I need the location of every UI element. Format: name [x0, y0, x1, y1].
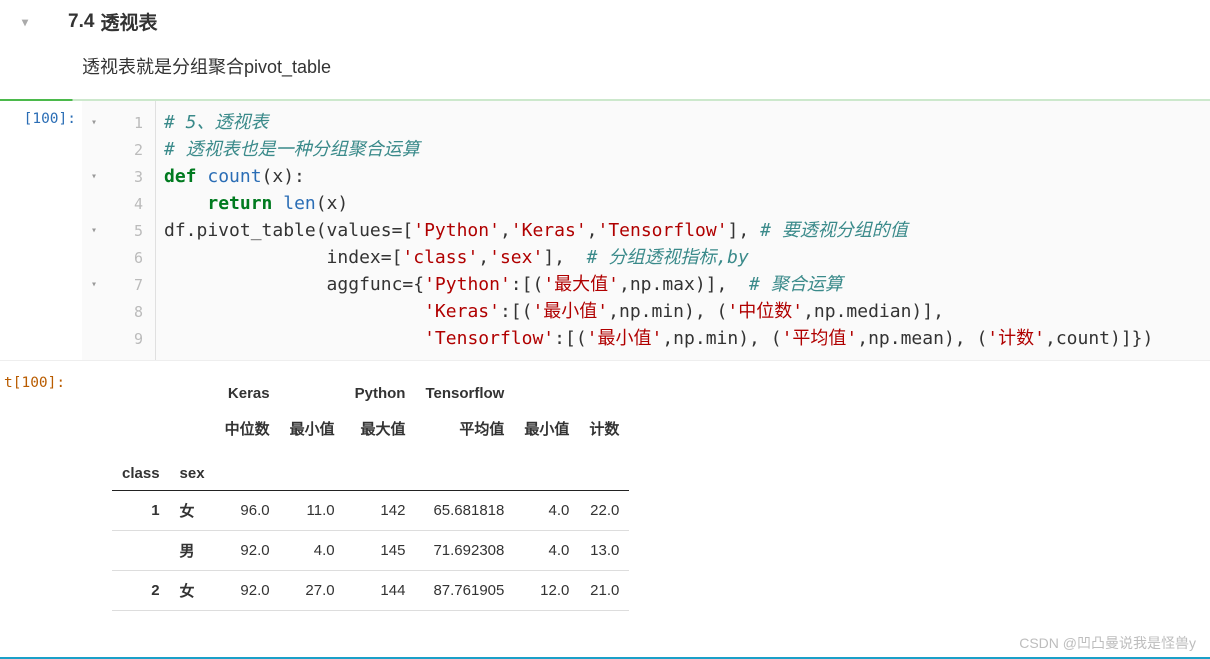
- row-class: 2: [112, 571, 170, 611]
- line-number: 2: [106, 141, 155, 159]
- table-header-sub: 计数: [579, 412, 629, 453]
- table-header-top: [280, 375, 345, 412]
- cell-value: 71.692308: [415, 531, 514, 571]
- table-row: 1女96.011.014265.6818184.022.0: [112, 491, 629, 531]
- cell-value: 13.0: [579, 531, 629, 571]
- code-line[interactable]: return len(x): [164, 190, 1206, 217]
- gutter-row: 9: [82, 325, 155, 352]
- index-name: sex: [170, 453, 215, 491]
- table-header-top: Python: [345, 375, 416, 412]
- cell-value: 142: [345, 491, 416, 531]
- cell-value: 92.0: [215, 571, 280, 611]
- fold-icon[interactable]: ▾: [82, 117, 106, 128]
- gutter-row: 4: [82, 190, 155, 217]
- cell-value: 22.0: [579, 491, 629, 531]
- cell-value: 12.0: [514, 571, 579, 611]
- cell-value: 96.0: [215, 491, 280, 531]
- cell-value: 87.761905: [415, 571, 514, 611]
- collapse-icon[interactable]: ▾: [22, 15, 28, 29]
- cell-value: 65.681818: [415, 491, 514, 531]
- cell-value: 4.0: [280, 531, 345, 571]
- cell-value: 145: [345, 531, 416, 571]
- table-header-top: Tensorflow: [415, 375, 514, 412]
- cell-value: 27.0: [280, 571, 345, 611]
- table-header-sub: 最大值: [345, 412, 416, 453]
- table-row: 2女92.027.014487.76190512.021.0: [112, 571, 629, 611]
- gutter-row: ▾7: [82, 271, 155, 298]
- code-line[interactable]: # 5、透视表: [164, 109, 1206, 136]
- line-number: 7: [106, 276, 155, 294]
- gutter-row: ▾1: [82, 109, 155, 136]
- gutter-row: 2: [82, 136, 155, 163]
- line-number: 4: [106, 195, 155, 213]
- code-line[interactable]: aggfunc={'Python':[('最大值',np.max)], # 聚合…: [164, 271, 1206, 298]
- table-header-sub: 最小值: [280, 412, 345, 453]
- gutter-row: 8: [82, 298, 155, 325]
- row-class: 1: [112, 491, 170, 531]
- code-line[interactable]: 'Keras':[('最小值',np.min), ('中位数',np.media…: [164, 298, 1206, 325]
- pivot-table: KerasPythonTensorflow中位数最小值最大值平均值最小值计数cl…: [112, 375, 629, 611]
- output-area: t[100]: KerasPythonTensorflow中位数最小值最大值平均…: [0, 361, 1210, 611]
- cell-value: 4.0: [514, 531, 579, 571]
- code-line[interactable]: index=['class','sex'], # 分组透视指标,by: [164, 244, 1206, 271]
- table-header-top: [112, 375, 170, 412]
- cell-value: 92.0: [215, 531, 280, 571]
- table-header-sub: 中位数: [215, 412, 280, 453]
- code-gutter: ▾12▾34▾56▾789: [82, 101, 156, 360]
- cell-value: 4.0: [514, 491, 579, 531]
- input-prompt: [100]:: [0, 101, 82, 360]
- code-editor[interactable]: # 5、透视表# 透视表也是一种分组聚合运算def count(x): retu…: [156, 101, 1210, 360]
- markdown-text: 透视表就是分组聚合pivot_table: [82, 57, 331, 77]
- code-line[interactable]: # 透视表也是一种分组聚合运算: [164, 136, 1206, 163]
- index-name: class: [112, 453, 170, 491]
- line-number: 6: [106, 249, 155, 267]
- table-header-top: [514, 375, 579, 412]
- fold-icon[interactable]: ▾: [82, 171, 106, 182]
- line-number: 9: [106, 330, 155, 348]
- fold-icon[interactable]: ▾: [82, 279, 106, 290]
- section-number: 7.4: [68, 11, 94, 33]
- table-header-sub: [170, 412, 215, 453]
- section-title: 透视表: [100, 8, 157, 35]
- fold-icon[interactable]: ▾: [82, 225, 106, 236]
- line-number: 3: [106, 168, 155, 186]
- cell-value: 21.0: [579, 571, 629, 611]
- table-header-top: Keras: [215, 375, 280, 412]
- table-row: 男92.04.014571.6923084.013.0: [112, 531, 629, 571]
- table-header-top: [170, 375, 215, 412]
- table-header-sub: [112, 412, 170, 453]
- line-number: 5: [106, 222, 155, 240]
- section-header: ▾ 7.4 透视表: [0, 0, 1210, 43]
- row-class: [112, 531, 170, 571]
- code-cell[interactable]: [100]: ▾12▾34▾56▾789 # 5、透视表# 透视表也是一种分组聚…: [0, 101, 1210, 361]
- table-header-sub: 最小值: [514, 412, 579, 453]
- table-header-sub: 平均值: [415, 412, 514, 453]
- gutter-row: ▾3: [82, 163, 155, 190]
- gutter-row: ▾5: [82, 217, 155, 244]
- watermark: CSDN @凹凸曼说我是怪兽y: [1019, 633, 1196, 653]
- row-sex: 女: [170, 571, 215, 611]
- line-number: 8: [106, 303, 155, 321]
- cell-value: 144: [345, 571, 416, 611]
- code-line[interactable]: def count(x):: [164, 163, 1206, 190]
- gutter-row: 6: [82, 244, 155, 271]
- table-header-top: [579, 375, 629, 412]
- line-number: 1: [106, 114, 155, 132]
- code-line[interactable]: df.pivot_table(values=['Python','Keras',…: [164, 217, 1206, 244]
- code-line[interactable]: 'Tensorflow':[('最小值',np.min), ('平均值',np.…: [164, 325, 1206, 352]
- markdown-cell: 透视表就是分组聚合pivot_table: [0, 43, 1210, 99]
- row-sex: 女: [170, 491, 215, 531]
- output-prompt: t[100]:: [0, 361, 82, 391]
- cell-value: 11.0: [280, 491, 345, 531]
- row-sex: 男: [170, 531, 215, 571]
